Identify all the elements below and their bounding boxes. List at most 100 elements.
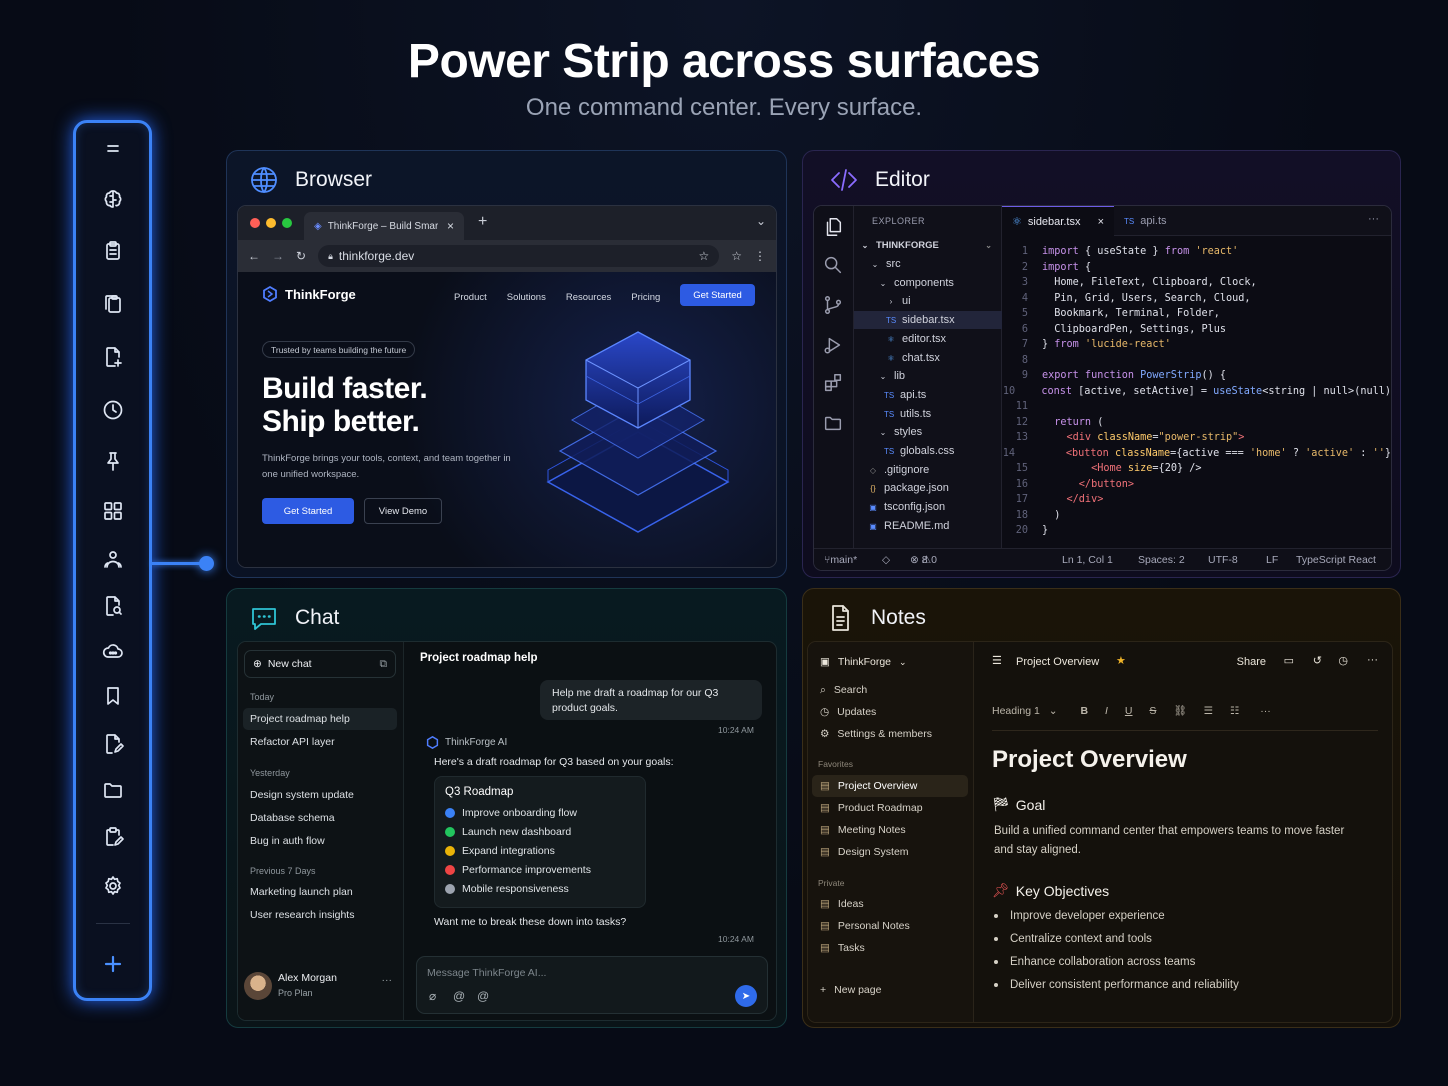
private-page[interactable]: ▤ Personal Notes — [812, 915, 968, 937]
tree-file-api[interactable]: TS api.ts — [854, 386, 1002, 404]
private-page[interactable]: ▤ Tasks — [812, 937, 968, 959]
close-window-button[interactable] — [250, 218, 260, 228]
tree-file-editor[interactable]: ⚛ editor.tsx — [854, 330, 1002, 348]
folder-icon[interactable] — [822, 412, 846, 436]
more-menu-icon[interactable]: ⋮ — [754, 249, 766, 263]
minimize-window-button[interactable] — [266, 218, 276, 228]
share-button[interactable]: Share — [1237, 656, 1266, 668]
tree-file-gitignore[interactable]: ◇ .gitignore — [854, 461, 1002, 479]
clock-icon[interactable] — [76, 392, 149, 428]
file-plus-icon[interactable] — [76, 339, 149, 375]
link-icon[interactable]: ⛓ — [1173, 705, 1186, 717]
tree-file-chat[interactable]: ⚛ chat.tsx — [854, 349, 1002, 367]
private-page[interactable]: ▤ Ideas — [812, 893, 968, 915]
menu-icon[interactable]: ☰ — [992, 654, 1002, 667]
settings-icon[interactable] — [76, 868, 149, 904]
underline-icon[interactable]: U — [1125, 705, 1133, 717]
attach-icon[interactable]: ⌀ — [429, 989, 436, 1003]
tree-file-sidebar[interactable]: TS sidebar.tsx — [854, 311, 1002, 329]
tree-file-readme[interactable]: ▣ README.md — [854, 517, 1002, 535]
maximize-window-button[interactable] — [282, 218, 292, 228]
chat-item[interactable]: Design system update — [243, 784, 397, 806]
chat-item[interactable]: User research insights — [243, 904, 397, 926]
search-icon[interactable] — [822, 254, 846, 278]
comment-icon[interactable]: ▭ — [1284, 654, 1294, 667]
chat-item[interactable]: Database schema — [243, 807, 397, 829]
nav-pricing[interactable]: Pricing — [631, 292, 660, 303]
tree-file-tsconfig[interactable]: ▣ tsconfig.json — [854, 498, 1002, 516]
block-type-select[interactable]: Heading 1 — [992, 705, 1040, 717]
favorite-page[interactable]: ▤ Product Roadmap — [812, 797, 968, 819]
close-tab-icon[interactable]: × — [447, 219, 454, 233]
source-control-icon[interactable] — [822, 294, 846, 318]
users-icon[interactable] — [76, 541, 149, 577]
tree-folder-src[interactable]: ⌄ src — [854, 255, 1002, 273]
run-debug-icon[interactable] — [822, 334, 846, 358]
tree-folder-styles[interactable]: ⌄ styles — [854, 423, 1002, 441]
bullet-list-icon[interactable]: ☰ — [1204, 705, 1213, 717]
reload-icon[interactable]: ↻ — [296, 249, 306, 263]
new-chat-button[interactable]: ⊕ New chat ⧉ — [244, 650, 396, 678]
tree-folder-ui[interactable]: › ui — [854, 292, 1002, 310]
more-icon[interactable]: ··· — [1367, 654, 1378, 666]
new-tab-icon[interactable]: + — [478, 213, 487, 231]
browser-tab[interactable]: ◈ ThinkForge – Build Smarter × — [304, 212, 464, 240]
message-input[interactable]: Message ThinkForge AI... ⌀ @ @ ➤ — [416, 956, 768, 1014]
chat-item[interactable]: Refactor API layer — [243, 731, 397, 753]
extensions-icon[interactable] — [822, 372, 846, 396]
menu-icon[interactable] — [76, 131, 149, 167]
tree-file-globals[interactable]: TS globals.css — [854, 442, 1002, 460]
tree-file-utils[interactable]: TS utils.ts — [854, 405, 1002, 423]
language-mode[interactable]: TypeScript React — [1296, 554, 1376, 566]
tree-file-package[interactable]: {} package.json — [854, 479, 1002, 497]
back-icon[interactable]: ← — [248, 249, 260, 263]
clipboard-copy-icon[interactable] — [76, 286, 149, 322]
more-icon[interactable]: ··· — [1260, 705, 1271, 717]
chevron-down-icon[interactable]: ⌄ — [756, 214, 766, 228]
search-item[interactable]: ⌕ Search — [812, 679, 968, 701]
more-icon[interactable]: ··· — [382, 974, 393, 986]
file-edit-icon[interactable] — [76, 726, 149, 762]
more-actions-icon[interactable]: ··· — [1368, 213, 1379, 225]
file-search-icon[interactable] — [76, 588, 149, 624]
mention-icon[interactable]: @ — [453, 989, 465, 1003]
mention-icon[interactable]: @ — [477, 989, 489, 1003]
files-icon[interactable] — [822, 216, 846, 240]
indentation[interactable]: Spaces: 2 — [1138, 554, 1185, 566]
workspace-switcher[interactable]: ▣ ThinkForge ⌄ — [812, 651, 968, 673]
chevron-down-icon[interactable]: ⌄ — [1049, 705, 1058, 717]
numbered-list-icon[interactable]: ☷ — [1230, 705, 1239, 717]
strikethrough-icon[interactable]: S — [1149, 705, 1156, 717]
forward-icon[interactable]: → — [272, 249, 284, 263]
brain-icon[interactable] — [76, 181, 149, 217]
tree-folder-lib[interactable]: ⌄ lib — [854, 367, 1002, 385]
git-branch[interactable]: ⑂ main* — [824, 554, 857, 566]
view-demo-button[interactable]: View Demo — [364, 498, 442, 524]
bold-icon[interactable]: B — [1081, 705, 1089, 717]
tree-folder-components[interactable]: ⌄ components — [854, 274, 1002, 292]
nav-solutions[interactable]: Solutions — [507, 292, 546, 303]
nav-product[interactable]: Product — [454, 292, 487, 303]
clipboard-pen-icon[interactable] — [76, 819, 149, 855]
new-page-button[interactable]: + New page — [812, 979, 968, 1001]
bookmark-star-icon[interactable]: ☆ — [731, 249, 742, 263]
pin-icon[interactable] — [76, 443, 149, 479]
site-logo[interactable]: ThinkForge — [262, 286, 356, 302]
tab-sidebar-tsx[interactable]: ⚛ sidebar.tsx × — [1002, 206, 1114, 236]
close-tab-icon[interactable]: × — [1098, 216, 1104, 228]
bookmark-icon[interactable] — [76, 678, 149, 714]
updates-item[interactable]: ◷ Updates — [812, 701, 968, 723]
nav-get-started-button[interactable]: Get Started — [680, 284, 755, 306]
grid-icon[interactable] — [76, 493, 149, 529]
folder-icon[interactable] — [76, 772, 149, 808]
star-icon[interactable]: ★ — [1116, 654, 1126, 667]
chat-item[interactable]: Project roadmap help — [243, 708, 397, 730]
nav-resources[interactable]: Resources — [566, 292, 611, 303]
code-editor[interactable]: 1 import { useState } from 'react' 2 impor… — [1002, 244, 1391, 539]
clock-icon[interactable]: ◷ — [1338, 654, 1348, 667]
compose-icon[interactable]: ⧉ — [380, 658, 388, 671]
plus-icon[interactable] — [76, 946, 149, 982]
encoding[interactable]: UTF-8 — [1208, 554, 1238, 566]
settings-item[interactable]: ⚙ Settings & members — [812, 723, 968, 745]
italic-icon[interactable]: I — [1105, 705, 1108, 717]
